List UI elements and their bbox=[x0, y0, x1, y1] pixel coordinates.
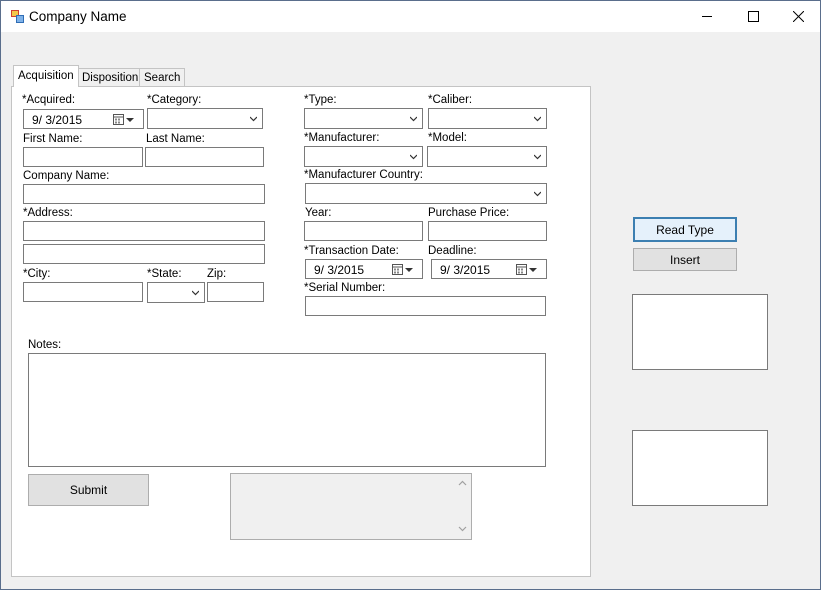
picture-box-2 bbox=[632, 430, 768, 506]
maximize-button[interactable] bbox=[730, 1, 776, 32]
address-line1-field[interactable] bbox=[23, 221, 265, 241]
title-bar[interactable]: Company Name bbox=[1, 1, 820, 32]
year-label: Year: bbox=[305, 207, 332, 219]
app-window: Company Name Acquisition Disposition Sea… bbox=[0, 0, 821, 590]
zip-label: Zip: bbox=[207, 268, 227, 280]
address-label: *Address: bbox=[23, 207, 73, 219]
tab-disposition[interactable]: Disposition bbox=[77, 68, 144, 86]
deadline-value: 9/ 3/2015 bbox=[440, 263, 491, 277]
caliber-label: *Caliber: bbox=[428, 94, 473, 106]
chevron-down-icon bbox=[410, 154, 417, 160]
company-name-label: Company Name: bbox=[23, 170, 110, 182]
close-icon bbox=[792, 11, 804, 22]
calendar-dropdown-icon[interactable] bbox=[516, 263, 538, 276]
state-label: *State: bbox=[147, 268, 182, 280]
category-label: *Category: bbox=[147, 94, 202, 106]
minimize-icon bbox=[701, 16, 712, 17]
chevron-down-icon bbox=[410, 116, 417, 122]
tab-search[interactable]: Search bbox=[139, 68, 186, 86]
manufacturer-country-label: *Manufacturer Country: bbox=[304, 169, 423, 181]
deadline-datepicker[interactable]: 9/ 3/2015 bbox=[431, 259, 547, 279]
acquired-label: *Acquired: bbox=[22, 94, 76, 106]
picture-box-1 bbox=[632, 294, 768, 370]
model-label: *Model: bbox=[428, 132, 467, 144]
manufacturer-label: *Manufacturer: bbox=[304, 132, 380, 144]
insert-button[interactable]: Insert bbox=[633, 248, 737, 271]
serial-number-field[interactable] bbox=[305, 296, 546, 316]
notes-textarea[interactable] bbox=[28, 353, 546, 467]
scroll-up-icon[interactable] bbox=[458, 480, 467, 486]
model-combobox[interactable] bbox=[427, 146, 547, 167]
minimize-button[interactable] bbox=[684, 1, 730, 32]
calendar-dropdown-icon[interactable] bbox=[113, 113, 135, 126]
chevron-down-icon bbox=[534, 154, 541, 160]
acquired-value: 9/ 3/2015 bbox=[32, 113, 83, 127]
manufacturer-country-combobox[interactable] bbox=[305, 183, 547, 204]
serial-number-label: *Serial Number: bbox=[304, 282, 386, 294]
company-name-field[interactable] bbox=[23, 184, 265, 204]
manufacturer-combobox[interactable] bbox=[304, 146, 423, 167]
address-line2-field[interactable] bbox=[23, 244, 265, 264]
transaction-date-datepicker[interactable]: 9/ 3/2015 bbox=[305, 259, 423, 279]
purchase-price-label: Purchase Price: bbox=[428, 207, 510, 219]
app-icon bbox=[11, 10, 24, 23]
deadline-label: Deadline: bbox=[428, 245, 477, 257]
chevron-down-icon bbox=[534, 191, 541, 197]
zip-field[interactable] bbox=[207, 282, 264, 302]
notes-label: Notes: bbox=[28, 339, 62, 351]
acquired-datepicker[interactable]: 9/ 3/2015 bbox=[23, 109, 144, 129]
city-field[interactable] bbox=[23, 282, 143, 302]
transaction-date-label: *Transaction Date: bbox=[304, 245, 399, 257]
city-label: *City: bbox=[23, 268, 51, 280]
first-name-label: First Name: bbox=[23, 133, 83, 145]
chevron-down-icon bbox=[534, 116, 541, 122]
output-textbox[interactable] bbox=[230, 473, 472, 540]
type-combobox[interactable] bbox=[304, 108, 423, 129]
category-combobox[interactable] bbox=[147, 108, 263, 129]
window-title: Company Name bbox=[29, 9, 127, 24]
first-name-field[interactable] bbox=[23, 147, 143, 167]
purchase-price-field[interactable] bbox=[428, 221, 547, 241]
submit-button[interactable]: Submit bbox=[28, 474, 149, 506]
chevron-down-icon bbox=[250, 116, 257, 122]
tab-acquisition[interactable]: Acquisition bbox=[13, 65, 79, 87]
read-type-button[interactable]: Read Type bbox=[633, 217, 737, 242]
transaction-date-value: 9/ 3/2015 bbox=[314, 263, 365, 277]
chevron-down-icon bbox=[192, 290, 199, 296]
last-name-field[interactable] bbox=[145, 147, 264, 167]
type-label: *Type: bbox=[304, 94, 337, 106]
calendar-dropdown-icon[interactable] bbox=[392, 263, 414, 276]
scroll-down-icon[interactable] bbox=[458, 526, 467, 532]
last-name-label: Last Name: bbox=[146, 133, 205, 145]
close-button[interactable] bbox=[775, 1, 821, 32]
year-field[interactable] bbox=[304, 221, 423, 241]
output-scrollbar[interactable] bbox=[454, 474, 471, 539]
maximize-icon bbox=[747, 11, 759, 22]
caliber-combobox[interactable] bbox=[428, 108, 547, 129]
state-combobox[interactable] bbox=[147, 282, 205, 303]
